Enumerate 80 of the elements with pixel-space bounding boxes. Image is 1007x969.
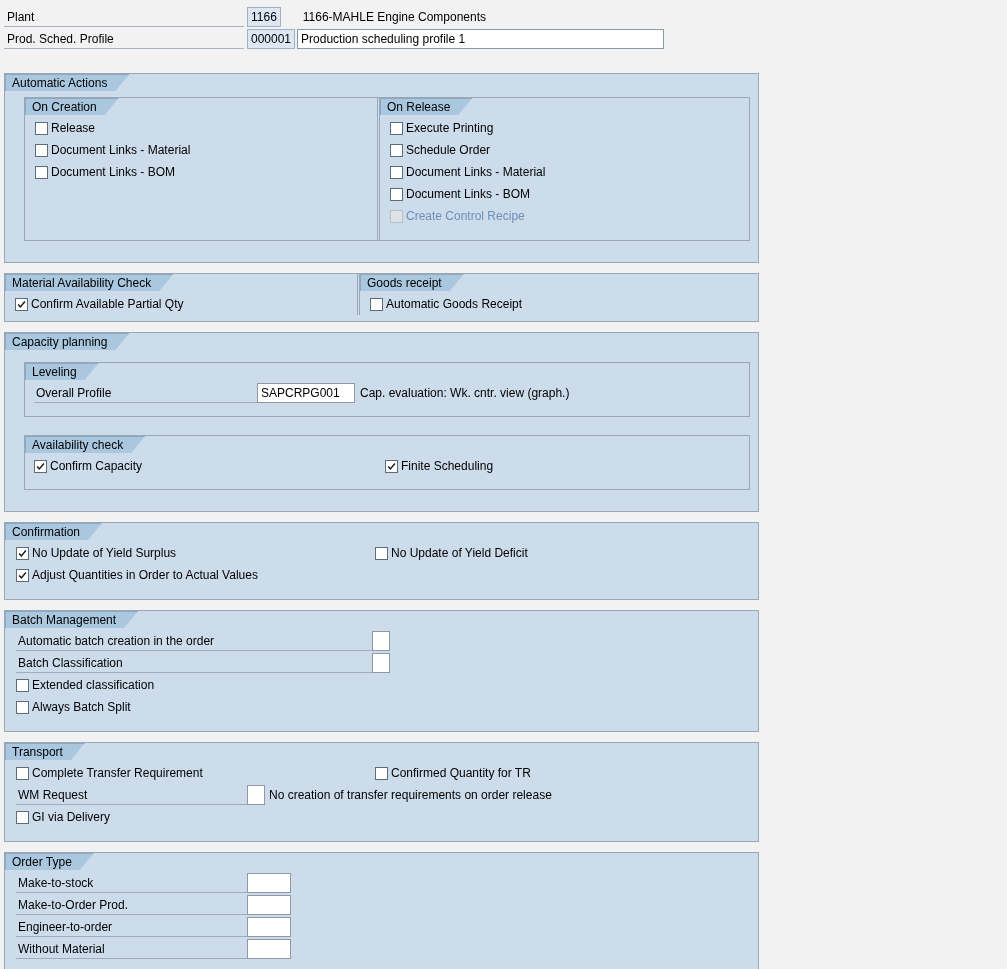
- input-field[interactable]: [372, 653, 390, 673]
- checkmark-icon: [35, 460, 46, 472]
- checkbox-label: Execute Printing: [406, 120, 494, 137]
- group-title: Automatic Actions: [5, 74, 130, 91]
- checkbox[interactable]: [390, 121, 403, 135]
- input-field[interactable]: [247, 785, 265, 805]
- checkbox-label: No Update of Yield Deficit: [391, 545, 528, 562]
- group-title: Confirmation: [5, 523, 103, 540]
- checkbox[interactable]: [35, 121, 48, 135]
- group-title: Leveling: [25, 363, 99, 380]
- group-title: Order Type: [5, 853, 94, 870]
- group-title: Batch Management: [5, 611, 139, 628]
- input-field[interactable]: SAPCRPG001: [257, 383, 355, 403]
- description-text: 1166-MAHLE Engine Components: [302, 9, 487, 26]
- checkbox-label: GI via Delivery: [32, 809, 111, 826]
- checkbox-label: No Update of Yield Surplus: [32, 545, 177, 562]
- checkbox[interactable]: [15, 297, 28, 311]
- checkbox-label: Schedule Order: [406, 142, 491, 159]
- field-label: Overall Profile: [34, 383, 257, 403]
- checkbox-label: Always Batch Split: [32, 699, 131, 716]
- group-title: On Release: [380, 98, 473, 115]
- group-title: Goods receipt: [360, 274, 464, 291]
- checkbox[interactable]: [375, 546, 388, 560]
- checkmark-icon: [17, 547, 28, 559]
- checkbox[interactable]: [375, 766, 388, 780]
- group-title: On Creation: [25, 98, 119, 115]
- checkbox[interactable]: [390, 187, 403, 201]
- checkbox-label: Confirm Available Partial Qty: [31, 296, 184, 313]
- field-label: Engineer-to-order: [16, 917, 247, 937]
- checkbox-label: Document Links - Material: [51, 142, 191, 159]
- field-label: Plant: [4, 7, 244, 27]
- checkbox-label: Complete Transfer Requirement: [32, 765, 203, 782]
- checkbox[interactable]: [35, 143, 48, 157]
- checkbox[interactable]: [385, 459, 398, 473]
- input-field[interactable]: [372, 631, 390, 651]
- field-label: Automatic batch creation in the order: [16, 631, 372, 651]
- checkbox-label: Release: [51, 120, 96, 137]
- field-label: Prod. Sched. Profile: [4, 29, 244, 49]
- checkbox[interactable]: [16, 568, 29, 582]
- checkbox-label: Confirm Capacity: [50, 458, 143, 475]
- field-label: Make-to-Order Prod.: [16, 895, 247, 915]
- field-label: Without Material: [16, 939, 247, 959]
- input-field[interactable]: 000001: [247, 29, 296, 49]
- field-label: WM Request: [16, 785, 247, 805]
- field-label: Batch Classification: [16, 653, 372, 673]
- checkbox[interactable]: [16, 766, 29, 780]
- checkbox-label: Extended classification: [32, 677, 155, 694]
- checkbox-label: Automatic Goods Receipt: [386, 296, 523, 313]
- checkmark-icon: [17, 569, 28, 581]
- checkmark-icon: [386, 460, 397, 472]
- description-text: Cap. evaluation: Wk. cntr. view (graph.): [360, 385, 570, 402]
- checkbox[interactable]: [35, 165, 48, 179]
- checkbox-label: Document Links - BOM: [406, 186, 531, 203]
- input-field[interactable]: [247, 873, 291, 893]
- checkbox[interactable]: [16, 810, 29, 824]
- description-text: No creation of transfer requirements on order release: [269, 787, 552, 804]
- checkbox-label: Finite Scheduling: [401, 458, 494, 475]
- group-title: Availability check: [25, 436, 146, 453]
- checkbox[interactable]: [34, 459, 47, 473]
- checkbox-label: Document Links - BOM: [51, 164, 176, 181]
- input-field[interactable]: 1166: [247, 7, 281, 27]
- checkbox-label: Confirmed Quantity for TR: [391, 765, 531, 782]
- description-field: Production scheduling profile 1: [297, 29, 665, 49]
- group-title: Material Availability Check: [5, 274, 174, 291]
- checkbox[interactable]: [16, 546, 29, 560]
- checkbox-label: Adjust Quantities in Order to Actual Values: [32, 567, 258, 584]
- input-field[interactable]: [247, 917, 291, 937]
- input-field[interactable]: [247, 939, 291, 959]
- input-field[interactable]: [247, 895, 291, 915]
- field-label: Make-to-stock: [16, 873, 247, 893]
- checkbox[interactable]: [390, 165, 403, 179]
- group-title: Transport: [5, 743, 85, 760]
- checkbox[interactable]: [16, 700, 29, 714]
- group-title: Capacity planning: [5, 333, 130, 350]
- checkbox[interactable]: [16, 678, 29, 692]
- checkbox-label: Document Links - Material: [406, 164, 546, 181]
- checkmark-icon: [16, 298, 27, 310]
- checkbox[interactable]: [370, 297, 383, 311]
- checkbox[interactable]: [390, 143, 403, 157]
- checkbox-label: Create Control Recipe: [406, 208, 525, 225]
